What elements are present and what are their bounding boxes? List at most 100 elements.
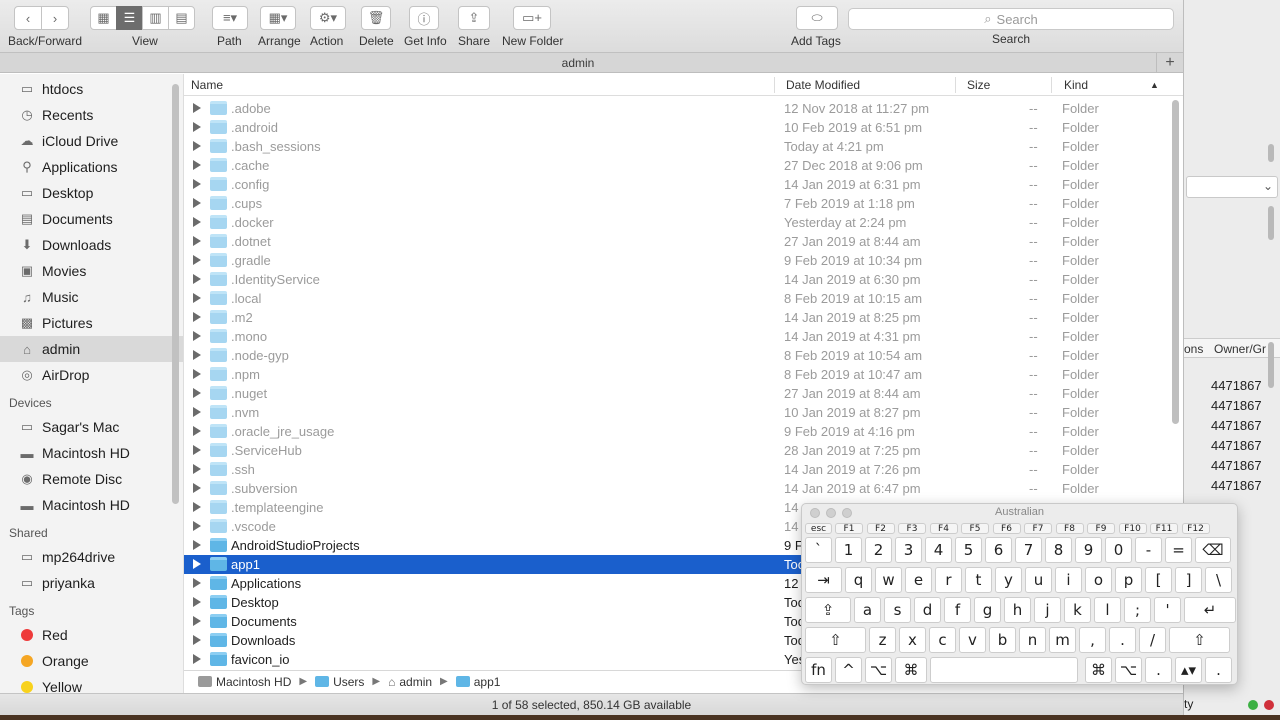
sidebar-item-airdrop[interactable]: ◎ AirDrop [0, 362, 183, 388]
column-header-size[interactable]: Size [967, 78, 990, 92]
disclosure-triangle-icon[interactable] [193, 521, 201, 531]
sidebar-item-music[interactable]: ♫ Music [0, 284, 183, 310]
table-row[interactable]: .mono 14 Jan 2019 at 4:31 pm -- Folder [184, 327, 1183, 346]
key-row5-9[interactable]: . [1205, 657, 1232, 683]
disclosure-triangle-icon[interactable] [193, 274, 201, 284]
key-row4-9[interactable]: . [1109, 627, 1136, 653]
key-row4-4[interactable]: v [959, 627, 986, 653]
key-f6[interactable]: F6 [992, 523, 1021, 534]
table-row[interactable]: .local 8 Feb 2019 at 10:15 am -- Folder [184, 289, 1183, 308]
sidebar-shared-1[interactable]: ▭ priyanka [0, 570, 183, 596]
key-row1-12[interactable]: = [1165, 537, 1192, 563]
sidebar-tag-red[interactable]: Red [0, 622, 183, 648]
delete-button[interactable]: 🗑 [361, 6, 391, 30]
bg-dropdown[interactable]: ⌄ [1186, 176, 1278, 198]
table-row[interactable]: .nuget 27 Jan 2019 at 8:44 am -- Folder [184, 384, 1183, 403]
key-row1-5[interactable]: 5 [955, 537, 982, 563]
key-row3-10[interactable]: ; [1124, 597, 1151, 623]
sidebar-item-movies[interactable]: ▣ Movies [0, 258, 183, 284]
table-row[interactable]: .bash_sessions Today at 4:21 pm -- Folder [184, 137, 1183, 156]
disclosure-triangle-icon[interactable] [193, 255, 201, 265]
column-header-name[interactable]: Name [191, 78, 223, 92]
table-row[interactable]: .dotnet 27 Jan 2019 at 8:44 am -- Folder [184, 232, 1183, 251]
disclosure-triangle-icon[interactable] [193, 331, 201, 341]
sidebar-item-pictures[interactable]: ▩ Pictures [0, 310, 183, 336]
disclosure-triangle-icon[interactable] [193, 217, 201, 227]
sidebar-device-0[interactable]: ▭ Sagar's Mac [0, 414, 183, 440]
key-esc[interactable]: esc [805, 523, 832, 534]
key-row2-7[interactable]: u [1025, 567, 1052, 593]
key-f2[interactable]: F2 [866, 523, 895, 534]
key-row4-1[interactable]: z [869, 627, 896, 653]
table-row[interactable]: .nvm 10 Jan 2019 at 8:27 pm -- Folder [184, 403, 1183, 422]
disclosure-triangle-icon[interactable] [193, 198, 201, 208]
crumb-app1[interactable]: app1 [455, 675, 500, 689]
disclosure-triangle-icon[interactable] [193, 312, 201, 322]
new-tab-button[interactable]: + [1156, 53, 1183, 73]
key-row1-13[interactable]: ⌫ [1195, 537, 1231, 563]
disclosure-triangle-icon[interactable] [193, 160, 201, 170]
key-f9[interactable]: F9 [1087, 523, 1115, 534]
table-row[interactable]: .gradle 9 Feb 2019 at 10:34 pm -- Folder [184, 251, 1183, 270]
disclosure-triangle-icon[interactable] [193, 540, 201, 550]
sidebar-item-htdocs[interactable]: ▭ htdocs [0, 76, 183, 102]
key-row1-0[interactable]: ` [805, 537, 832, 563]
key-row5-0[interactable]: fn [805, 657, 832, 683]
key-row4-8[interactable]: , [1079, 627, 1106, 653]
disclosure-triangle-icon[interactable] [193, 103, 201, 113]
crumb-macintosh-hd[interactable]: Macintosh HD [198, 675, 291, 689]
key-row3-12[interactable]: ↵ [1184, 597, 1236, 623]
disclosure-triangle-icon[interactable] [193, 236, 201, 246]
disclosure-triangle-icon[interactable] [193, 179, 201, 189]
key-row1-2[interactable]: 2 [865, 537, 892, 563]
key-row5-2[interactable]: ⌥ [865, 657, 892, 683]
table-row[interactable]: .npm 8 Feb 2019 at 10:47 am -- Folder [184, 365, 1183, 384]
key-f4[interactable]: F4 [929, 523, 958, 534]
disclosure-triangle-icon[interactable] [193, 407, 201, 417]
gallery-view-button[interactable]: ▤ [168, 6, 195, 30]
column-header-kind[interactable]: Kind [1064, 78, 1088, 92]
key-row4-6[interactable]: n [1019, 627, 1046, 653]
disclosure-triangle-icon[interactable] [193, 445, 201, 455]
bg-scrollbar[interactable] [1268, 342, 1274, 388]
table-row[interactable]: .node-gyp 8 Feb 2019 at 10:54 am -- Folder [184, 346, 1183, 365]
key-row3-1[interactable]: a [854, 597, 881, 623]
add-tags-button[interactable]: ⬭ [796, 6, 838, 30]
disclosure-triangle-icon[interactable] [193, 293, 201, 303]
key-f11[interactable]: F11 [1150, 523, 1178, 534]
key-row4-2[interactable]: x [899, 627, 926, 653]
key-row1-11[interactable]: - [1135, 537, 1162, 563]
table-row[interactable]: .m2 14 Jan 2019 at 8:25 pm -- Folder [184, 308, 1183, 327]
key-row3-11[interactable]: ' [1154, 597, 1181, 623]
sidebar-device-3[interactable]: ▬ Macintosh HD [0, 492, 183, 518]
key-row3-2[interactable]: s [884, 597, 911, 623]
key-row2-0[interactable]: ⇥ [805, 567, 842, 593]
get-info-button[interactable]: ⓘ [409, 6, 439, 30]
sidebar-item-documents[interactable]: ▤ Documents [0, 206, 183, 232]
table-row[interactable]: .config 14 Jan 2019 at 6:31 pm -- Folder [184, 175, 1183, 194]
key-row3-9[interactable]: l [1094, 597, 1121, 623]
key-row1-7[interactable]: 7 [1015, 537, 1042, 563]
sidebar-item-applications[interactable]: ⚲ Applications [0, 154, 183, 180]
disclosure-triangle-icon[interactable] [193, 616, 201, 626]
table-row[interactable]: .subversion 14 Jan 2019 at 6:47 pm -- Folde… [184, 479, 1183, 498]
action-button[interactable]: ⚙▾ [310, 6, 346, 30]
key-row3-0[interactable]: ⇪ [805, 597, 851, 623]
key-space[interactable] [930, 657, 1078, 683]
list-scrollbar[interactable] [1172, 100, 1179, 424]
key-f7[interactable]: F7 [1024, 523, 1052, 534]
disclosure-triangle-icon[interactable] [193, 388, 201, 398]
key-row1-1[interactable]: 1 [835, 537, 862, 563]
table-row[interactable]: .IdentityService 14 Jan 2019 at 6:30 pm --… [184, 270, 1183, 289]
key-row2-3[interactable]: e [905, 567, 932, 593]
key-row1-4[interactable]: 4 [925, 537, 952, 563]
disclosure-triangle-icon[interactable] [193, 578, 201, 588]
key-row4-5[interactable]: b [989, 627, 1016, 653]
disclosure-triangle-icon[interactable] [193, 635, 201, 645]
key-row2-2[interactable]: w [875, 567, 902, 593]
sidebar-item-recents[interactable]: ◷ Recents [0, 102, 183, 128]
table-row[interactable]: .cache 27 Dec 2018 at 9:06 pm -- Folder [184, 156, 1183, 175]
sidebar-scrollbar[interactable] [172, 84, 179, 504]
key-row2-4[interactable]: r [935, 567, 962, 593]
disclosure-triangle-icon[interactable] [193, 654, 201, 664]
